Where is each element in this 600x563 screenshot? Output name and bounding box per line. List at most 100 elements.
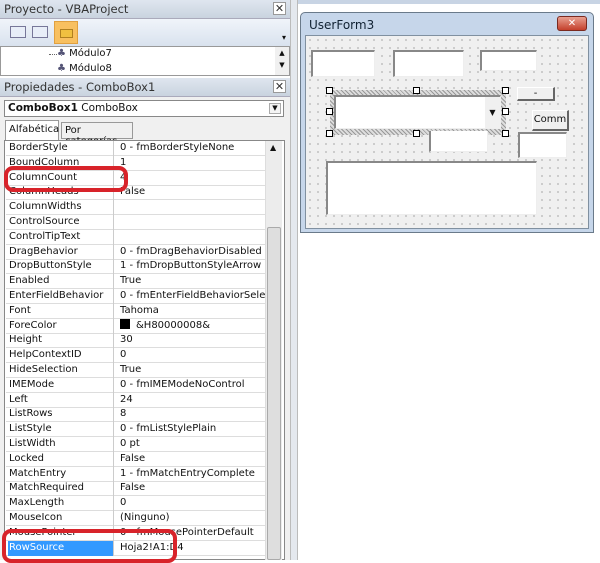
property-row[interactable]: Enabled True <box>6 274 265 290</box>
object-selector[interactable]: ComboBox1 ComboBox ▼ <box>4 100 284 117</box>
scroll-up-icon[interactable]: ▲ <box>270 143 276 152</box>
resize-handle[interactable] <box>502 108 509 115</box>
property-name: HideSelection <box>9 364 78 375</box>
userform-close-button[interactable]: ✕ <box>557 16 587 31</box>
grid-scrollbar[interactable]: ▲ <box>265 141 282 560</box>
toolbar-overflow-icon[interactable]: ▾ <box>282 33 286 42</box>
property-value[interactable]: 0 - fmIMEModeNoControl <box>113 377 265 393</box>
property-value[interactable]: True <box>113 363 265 378</box>
textbox-3[interactable] <box>480 50 537 71</box>
textbox-multiline[interactable] <box>326 161 537 215</box>
property-value[interactable]: 0 - fmDragBehaviorDisabled <box>113 244 265 260</box>
tab-por-categorias[interactable]: Por categorías <box>61 122 133 147</box>
property-row[interactable]: HideSelection True <box>6 363 265 378</box>
property-value[interactable]: 0 pt <box>113 437 265 452</box>
property-row[interactable]: ColumnWidths <box>6 200 265 216</box>
property-row[interactable]: ListStyle 0 - fmListStylePlain <box>6 422 265 438</box>
property-name: ListStyle <box>9 423 52 435</box>
property-value[interactable]: &H80000008& <box>113 318 265 334</box>
property-row[interactable]: Height 30 <box>6 333 265 349</box>
property-row[interactable]: Left 24 <box>6 392 265 408</box>
resize-handle[interactable] <box>326 108 333 115</box>
view-object-icon[interactable] <box>32 26 48 38</box>
property-row[interactable]: EnterFieldBehavior 0 - fmEnterFieldBehavi… <box>6 289 265 304</box>
property-row[interactable]: BorderStyle 0 - fmBorderStyleNone <box>6 141 265 156</box>
property-row[interactable]: Locked False <box>6 451 265 467</box>
property-value[interactable]: 4 <box>113 170 265 186</box>
combobox-dropdown-icon[interactable]: ▼ <box>485 97 500 128</box>
tree-scrollbar[interactable]: ▲ ▼ <box>275 47 289 75</box>
property-row[interactable]: ListRows 8 <box>6 407 265 423</box>
resize-handle[interactable] <box>413 130 420 137</box>
property-name: BorderStyle <box>9 142 68 153</box>
property-name: ForeColor <box>9 319 57 331</box>
folder-icon <box>60 29 73 38</box>
resize-handle[interactable] <box>502 87 509 94</box>
view-code-icon[interactable] <box>10 26 26 38</box>
property-row[interactable]: ForeColor &H80000008& <box>6 318 265 334</box>
tree-item-modulo7[interactable]: ♣ Módulo7 <box>57 48 112 59</box>
chevron-down-icon[interactable]: ▼ <box>269 103 281 114</box>
property-value[interactable]: 0 - fmBorderStyleNone <box>113 141 265 156</box>
property-value[interactable]: 1 - fmDropButtonStyleArrow <box>113 259 265 275</box>
toggle-folders-button[interactable] <box>54 21 78 44</box>
combobox1[interactable]: ▼ <box>334 95 501 129</box>
property-value[interactable]: 1 <box>113 155 265 171</box>
resize-handle[interactable] <box>326 87 333 94</box>
property-row[interactable]: ListWidth 0 pt <box>6 437 265 452</box>
project-panel-title: Proyecto - VBAProject ✕ <box>0 0 290 19</box>
color-swatch <box>120 318 130 329</box>
property-value-text: &H80000008& <box>136 319 211 331</box>
property-row[interactable]: DropButtonStyle 1 - fmDropButtonStyleArro… <box>6 259 265 275</box>
close-properties-button[interactable]: ✕ <box>273 80 286 93</box>
scrollbar-thumb[interactable] <box>267 227 281 560</box>
property-row[interactable]: DragBehavior 0 - fmDragBehaviorDisabled <box>6 244 265 260</box>
property-name: EnterFieldBehavior <box>9 290 104 301</box>
property-row[interactable]: MouseIcon (Ninguno) <box>6 511 265 526</box>
property-value[interactable]: 1 - fmMatchEntryComplete <box>113 466 265 482</box>
property-value[interactable]: False <box>113 481 265 497</box>
property-row[interactable]: MatchRequired False <box>6 481 265 497</box>
module-icon: ♣ <box>57 48 66 59</box>
property-value[interactable]: Tahoma <box>113 303 265 319</box>
textbox-1[interactable] <box>311 50 375 77</box>
close-project-button[interactable]: ✕ <box>273 2 286 15</box>
property-value[interactable]: 0 <box>113 348 265 364</box>
property-value[interactable]: 0 - fmEnterFieldBehaviorSelectAll <box>113 289 265 304</box>
property-name: MaxLength <box>9 497 65 509</box>
property-value[interactable]: 0 <box>113 496 265 512</box>
splitter[interactable] <box>290 0 298 560</box>
property-value[interactable]: 24 <box>113 392 265 408</box>
property-row[interactable]: ControlSource <box>6 215 265 230</box>
property-value[interactable]: 0 - fmListStylePlain <box>113 422 265 438</box>
property-value[interactable]: 8 <box>113 407 265 423</box>
property-row[interactable]: MatchEntry 1 - fmMatchEntryComplete <box>6 466 265 482</box>
textbox-2[interactable] <box>393 50 464 77</box>
property-value[interactable]: False <box>113 451 265 467</box>
property-row[interactable]: IMEMode 0 - fmIMEModeNoControl <box>6 377 265 393</box>
command-button-2[interactable]: Comm <box>532 110 569 131</box>
property-value[interactable] <box>113 229 265 245</box>
property-value[interactable]: True <box>113 274 265 290</box>
property-row[interactable]: ControlTipText <box>6 229 265 245</box>
resize-handle[interactable] <box>502 130 509 137</box>
textbox-4[interactable] <box>429 131 488 152</box>
property-name: MouseIcon <box>9 512 63 523</box>
tree-item-modulo8[interactable]: ♣ Módulo8 <box>57 63 112 74</box>
property-value[interactable] <box>113 200 265 216</box>
textbox-5[interactable] <box>518 132 567 158</box>
property-value[interactable]: 30 <box>113 333 265 349</box>
tab-alfabetica[interactable]: Alfabética <box>5 120 59 140</box>
resize-handle[interactable] <box>413 87 420 94</box>
property-value[interactable]: False <box>113 185 265 201</box>
property-row[interactable]: HelpContextID 0 <box>6 348 265 364</box>
project-toolbar: ▾ <box>0 19 290 46</box>
command-button-1[interactable]: - <box>517 87 555 101</box>
property-name: MatchEntry <box>9 467 67 479</box>
property-name: ListRows <box>9 408 53 420</box>
property-value[interactable]: (Ninguno) <box>113 511 265 526</box>
property-row[interactable]: MaxLength 0 <box>6 496 265 512</box>
property-value[interactable] <box>113 215 265 230</box>
property-row[interactable]: Font Tahoma <box>6 303 265 319</box>
resize-handle[interactable] <box>326 130 333 137</box>
